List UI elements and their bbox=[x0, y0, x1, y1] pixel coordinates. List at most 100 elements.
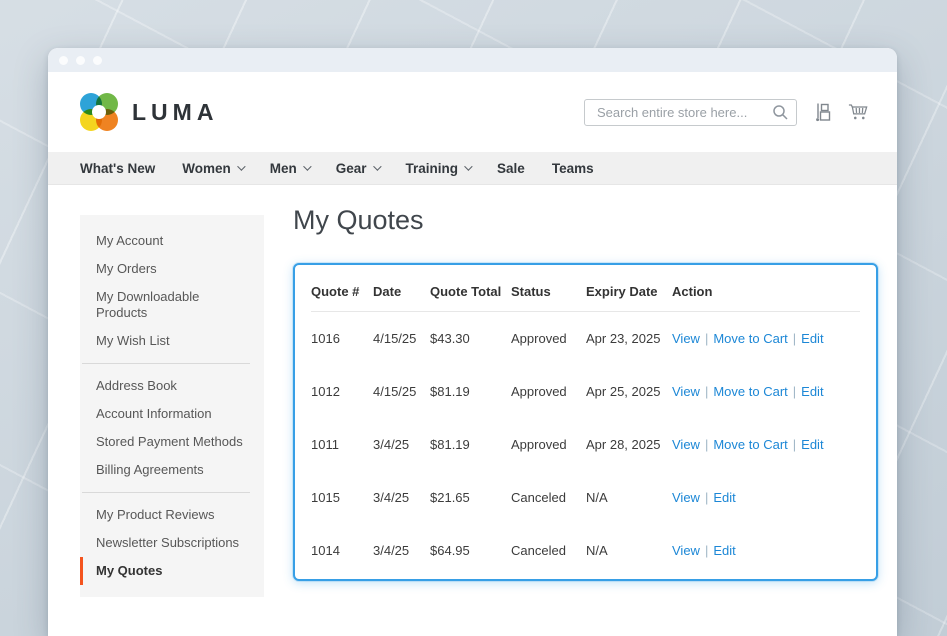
cell-quote-total: $81.19 bbox=[430, 365, 511, 418]
nav-item-sale[interactable]: Sale bbox=[497, 161, 525, 176]
col-header-action: Action bbox=[672, 271, 860, 312]
nav-item-teams[interactable]: Teams bbox=[552, 161, 594, 176]
nav-item-men[interactable]: Men bbox=[270, 161, 309, 176]
cell-date: 4/15/25 bbox=[373, 312, 430, 365]
action-move-to-cart-link[interactable]: Move to Cart bbox=[713, 384, 787, 399]
nav-item-gear[interactable]: Gear bbox=[336, 161, 379, 176]
cell-expiry-date: Apr 25, 2025 bbox=[586, 365, 672, 418]
action-edit-link[interactable]: Edit bbox=[713, 490, 735, 505]
page-title: My Quotes bbox=[293, 201, 880, 239]
nav-item-whats-new[interactable]: What's New bbox=[80, 161, 155, 176]
sidebar-divider bbox=[82, 492, 250, 493]
cell-actions: View | Move to Cart | Edit bbox=[672, 365, 860, 418]
nav-label: Training bbox=[406, 161, 459, 176]
page-content: My Account My Orders My Downloadable Pro… bbox=[48, 185, 897, 597]
browser-window: LUMA bbox=[48, 48, 897, 636]
action-view-link[interactable]: View bbox=[672, 331, 700, 346]
sidebar-item-newsletter-subscriptions[interactable]: Newsletter Subscriptions bbox=[80, 529, 264, 557]
nav-item-training[interactable]: Training bbox=[406, 161, 471, 176]
luma-logo[interactable]: LUMA bbox=[80, 93, 218, 131]
header-actions bbox=[584, 99, 868, 126]
cell-actions: View | Move to Cart | Edit bbox=[672, 312, 860, 365]
cell-date: 3/4/25 bbox=[373, 524, 430, 577]
action-edit-link[interactable]: Edit bbox=[801, 331, 823, 346]
table-row: 1016 4/15/25 $43.30 Approved Apr 23, 202… bbox=[311, 312, 860, 365]
cell-quote-total: $43.30 bbox=[430, 312, 511, 365]
sidebar-item-my-quotes[interactable]: My Quotes bbox=[80, 557, 264, 585]
nav-label: Teams bbox=[552, 161, 594, 176]
quick-order-icon[interactable] bbox=[813, 102, 832, 123]
col-header-status: Status bbox=[511, 271, 586, 312]
action-edit-link[interactable]: Edit bbox=[801, 384, 823, 399]
action-separator: | bbox=[705, 384, 708, 399]
main-panel: My Quotes Quote # Date Quote Total Statu… bbox=[293, 185, 897, 581]
window-control-dot[interactable] bbox=[93, 56, 102, 65]
window-control-dot[interactable] bbox=[76, 56, 85, 65]
window-control-dot[interactable] bbox=[59, 56, 68, 65]
nav-label: Women bbox=[182, 161, 231, 176]
action-edit-link[interactable]: Edit bbox=[801, 437, 823, 452]
action-view-link[interactable]: View bbox=[672, 490, 700, 505]
cell-quote-total: $21.65 bbox=[430, 471, 511, 524]
action-edit-link[interactable]: Edit bbox=[713, 543, 735, 558]
cell-actions: View | Edit bbox=[672, 524, 860, 577]
store-header: LUMA bbox=[48, 72, 897, 152]
cell-quote-number: 1014 bbox=[311, 524, 373, 577]
table-row: 1011 3/4/25 $81.19 Approved Apr 28, 2025… bbox=[311, 418, 860, 471]
chevron-down-icon bbox=[303, 162, 311, 170]
sidebar-item-my-wish-list[interactable]: My Wish List bbox=[80, 327, 264, 355]
action-separator: | bbox=[705, 490, 708, 505]
search-icon[interactable] bbox=[772, 104, 789, 126]
action-separator: | bbox=[705, 437, 708, 452]
search-box bbox=[584, 99, 797, 126]
cell-quote-total: $81.19 bbox=[430, 418, 511, 471]
sidebar-item-my-account[interactable]: My Account bbox=[80, 227, 264, 255]
cell-expiry-date: N/A bbox=[586, 524, 672, 577]
col-header-quote-total: Quote Total bbox=[430, 271, 511, 312]
action-separator: | bbox=[793, 331, 796, 346]
action-separator: | bbox=[705, 331, 708, 346]
chevron-down-icon bbox=[464, 162, 472, 170]
search-input[interactable] bbox=[584, 99, 797, 126]
action-view-link[interactable]: View bbox=[672, 437, 700, 452]
sidebar-item-stored-payment-methods[interactable]: Stored Payment Methods bbox=[80, 428, 264, 456]
quotes-table-card: Quote # Date Quote Total Status Expiry D… bbox=[293, 263, 878, 581]
action-view-link[interactable]: View bbox=[672, 543, 700, 558]
cell-quote-number: 1012 bbox=[311, 365, 373, 418]
col-header-quote: Quote # bbox=[311, 271, 373, 312]
nav-item-women[interactable]: Women bbox=[182, 161, 243, 176]
table-header-row: Quote # Date Quote Total Status Expiry D… bbox=[311, 271, 860, 312]
chevron-down-icon bbox=[237, 162, 245, 170]
table-row: 1015 3/4/25 $21.65 Canceled N/A View|Edi… bbox=[311, 471, 860, 524]
action-separator: | bbox=[793, 384, 796, 399]
cell-date: 3/4/25 bbox=[373, 418, 430, 471]
cell-expiry-date: Apr 28, 2025 bbox=[586, 418, 672, 471]
cell-status: Canceled bbox=[511, 471, 586, 524]
chevron-down-icon bbox=[373, 162, 381, 170]
quotes-table: Quote # Date Quote Total Status Expiry D… bbox=[311, 271, 860, 577]
nav-label: Men bbox=[270, 161, 297, 176]
nav-label: Sale bbox=[497, 161, 525, 176]
cell-status: Canceled bbox=[511, 524, 586, 577]
sidebar-item-my-product-reviews[interactable]: My Product Reviews bbox=[80, 501, 264, 529]
sidebar-item-my-orders[interactable]: My Orders bbox=[80, 255, 264, 283]
action-separator: | bbox=[793, 437, 796, 452]
sidebar-divider bbox=[82, 363, 250, 364]
account-sidebar: My Account My Orders My Downloadable Pro… bbox=[80, 215, 264, 597]
action-move-to-cart-link[interactable]: Move to Cart bbox=[713, 331, 787, 346]
sidebar-item-my-downloadable-products[interactable]: My Downloadable Products bbox=[80, 283, 264, 327]
table-row: 1012 4/15/25 $81.19 Approved Apr 25, 202… bbox=[311, 365, 860, 418]
sidebar-item-address-book[interactable]: Address Book bbox=[80, 372, 264, 400]
action-move-to-cart-link[interactable]: Move to Cart bbox=[713, 437, 787, 452]
sidebar-item-account-information[interactable]: Account Information bbox=[80, 400, 264, 428]
sidebar-item-billing-agreements[interactable]: Billing Agreements bbox=[80, 456, 264, 484]
cell-expiry-date: N/A bbox=[586, 471, 672, 524]
cart-icon[interactable] bbox=[848, 103, 868, 122]
action-separator: | bbox=[705, 543, 708, 558]
main-nav: What's New Women Men Gear Training Sale … bbox=[48, 152, 897, 185]
cell-date: 4/15/25 bbox=[373, 365, 430, 418]
nav-label: Gear bbox=[336, 161, 367, 176]
cell-status: Approved bbox=[511, 365, 586, 418]
action-view-link[interactable]: View bbox=[672, 384, 700, 399]
cell-status: Approved bbox=[511, 418, 586, 471]
